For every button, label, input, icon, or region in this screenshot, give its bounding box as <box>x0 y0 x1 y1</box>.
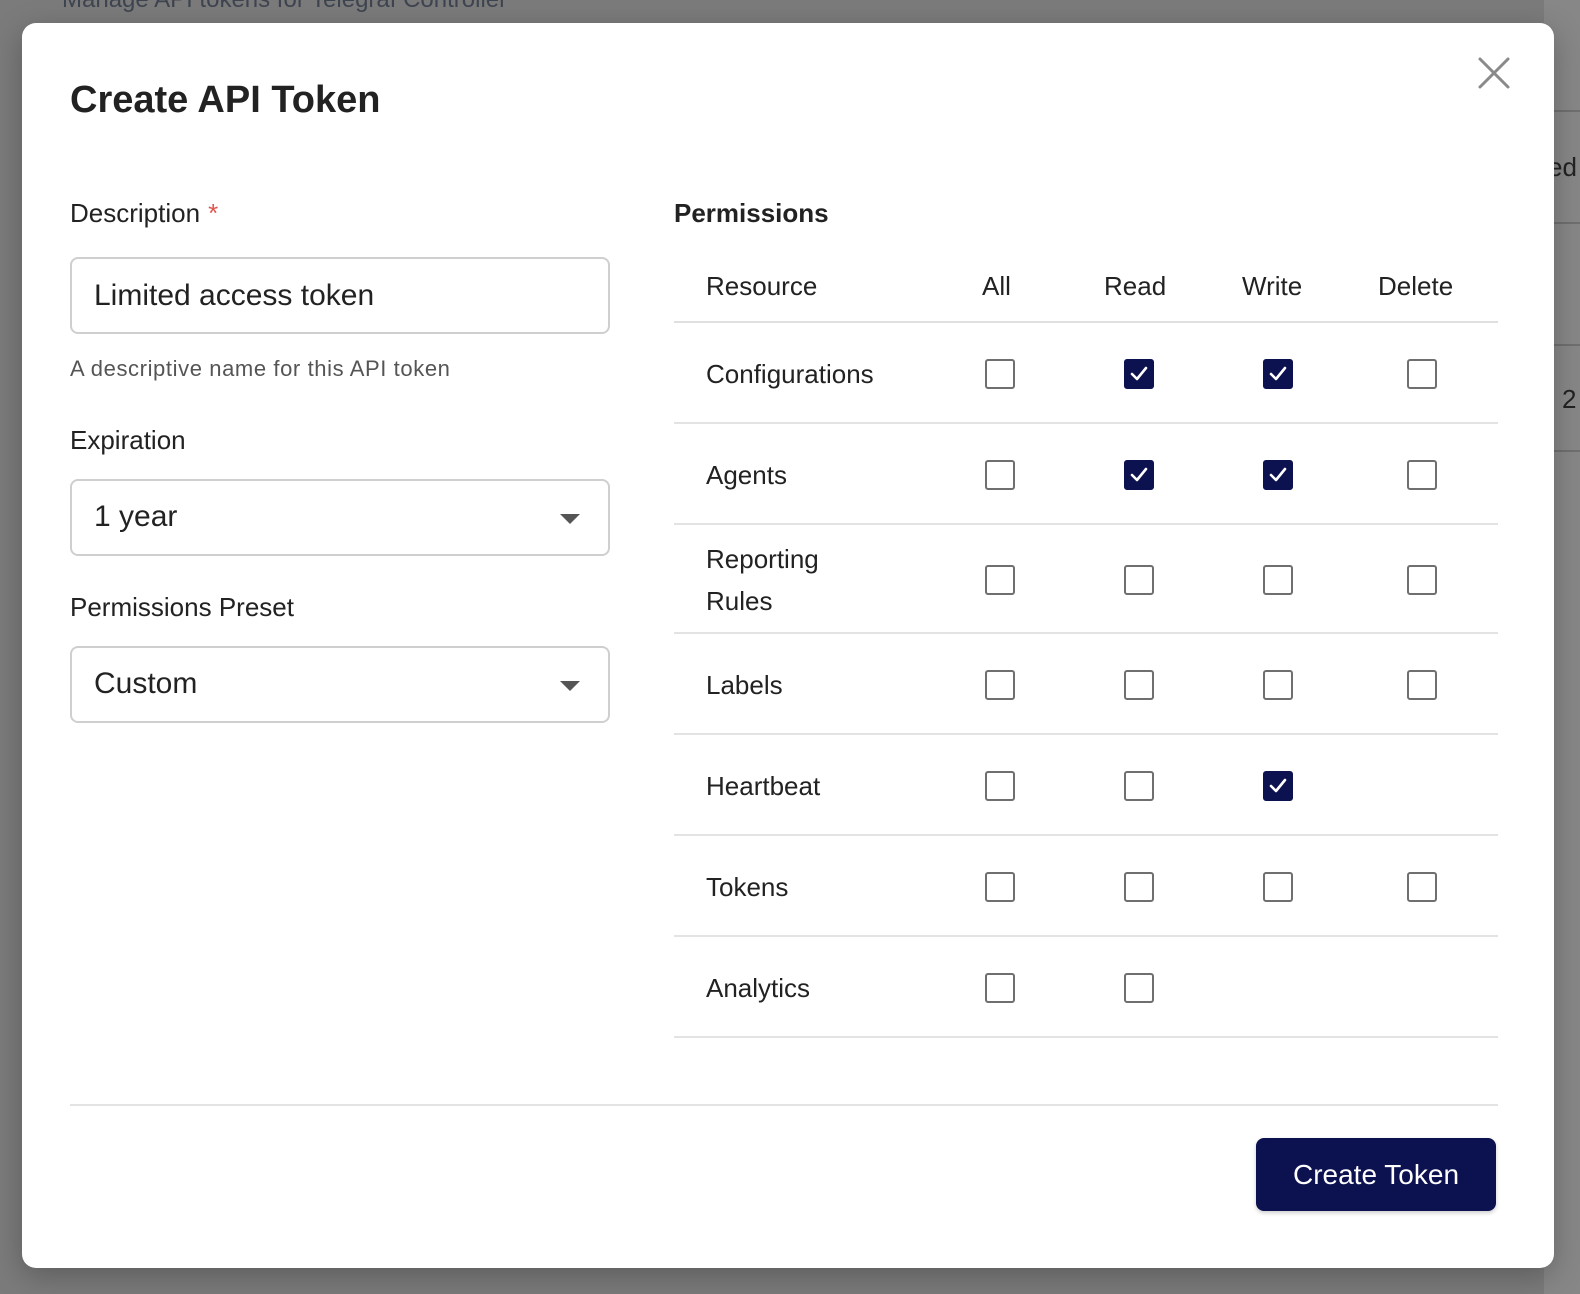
checkbox-write[interactable] <box>1263 564 1293 595</box>
description-label: Description * <box>70 198 218 229</box>
checkbox-delete[interactable] <box>1407 564 1437 595</box>
checkbox-read[interactable] <box>1124 972 1154 1003</box>
checkbox-all[interactable] <box>985 770 1015 801</box>
checkbox-read[interactable] <box>1124 459 1154 490</box>
expiration-select[interactable]: 1 year <box>70 479 610 556</box>
table-row: Configurations <box>674 323 1498 424</box>
checkbox-read[interactable] <box>1124 871 1154 902</box>
required-mark: * <box>208 198 219 228</box>
resource-name: Tokens <box>706 871 789 902</box>
table-header: Resource All Read Write Delete <box>674 271 1498 323</box>
permissions-title: Permissions <box>674 198 829 228</box>
checkbox-read[interactable] <box>1124 770 1154 801</box>
checkbox-all[interactable] <box>985 871 1015 902</box>
checkbox-read[interactable] <box>1124 564 1154 595</box>
checkbox-all[interactable] <box>985 669 1015 700</box>
checkbox-write[interactable] <box>1263 358 1293 389</box>
column-header-read: Read <box>1104 271 1167 301</box>
chevron-down-icon <box>560 681 580 691</box>
checkbox-delete[interactable] <box>1407 459 1437 490</box>
checkbox-delete[interactable] <box>1407 358 1437 389</box>
resource-name: Heartbeat <box>706 770 821 801</box>
dialog-title: Create API Token <box>70 79 381 121</box>
checkbox-read[interactable] <box>1124 669 1154 700</box>
description-input[interactable] <box>70 257 610 334</box>
expiration-selected-value: 1 year <box>94 500 178 533</box>
page-subtitle-backdrop: Manage API tokens for Telegraf Controlle… <box>62 0 507 14</box>
checkbox-write[interactable] <box>1263 770 1293 801</box>
resource-name: Reporting Rules <box>706 543 819 616</box>
backdrop-fragment: 2 <box>1562 384 1577 414</box>
checkmark-icon <box>1269 778 1287 792</box>
checkbox-read[interactable] <box>1124 358 1154 389</box>
checkmark-icon <box>1269 467 1287 481</box>
column-header-write: Write <box>1242 271 1303 301</box>
table-row: Reporting Rules <box>674 525 1498 634</box>
resource-name: Analytics <box>706 972 811 1003</box>
checkbox-all[interactable] <box>985 358 1015 389</box>
checkbox-delete[interactable] <box>1407 871 1437 902</box>
checkbox-write[interactable] <box>1263 871 1293 902</box>
create-token-dialog: Create API Token Description* A descript… <box>22 23 1554 1268</box>
checkbox-all[interactable] <box>985 564 1015 595</box>
table-row: Heartbeat <box>674 735 1498 836</box>
resource-name: Labels <box>706 669 783 700</box>
checkbox-write[interactable] <box>1263 459 1293 490</box>
table-row: Analytics <box>674 937 1498 1038</box>
chevron-down-icon <box>560 514 580 524</box>
checkbox-all[interactable] <box>985 972 1015 1003</box>
column-header-all: All <box>982 271 1011 301</box>
table-row: Labels <box>674 634 1498 735</box>
footer-divider <box>70 1104 1498 1106</box>
description-label-text: Description <box>70 198 201 228</box>
permissions-preset-label: Permissions Preset <box>70 592 294 622</box>
checkbox-all[interactable] <box>985 459 1015 490</box>
table-row: Agents <box>674 424 1498 525</box>
description-help-text: A descriptive name for this API token <box>70 356 451 381</box>
close-button[interactable] <box>1474 53 1514 93</box>
resource-name: Agents <box>706 459 787 490</box>
column-header-resource: Resource <box>706 271 818 301</box>
checkmark-icon <box>1130 366 1148 380</box>
permissions-preset-select[interactable]: Custom <box>70 646 610 723</box>
preset-selected-value: Custom <box>94 667 198 700</box>
checkbox-delete[interactable] <box>1407 669 1437 700</box>
checkmark-icon <box>1130 467 1148 481</box>
checkmark-icon <box>1269 366 1287 380</box>
close-icon <box>1478 57 1510 89</box>
expiration-label: Expiration <box>70 425 186 455</box>
resource-name: Configurations <box>706 358 874 389</box>
column-header-delete: Delete <box>1378 271 1454 301</box>
create-token-button[interactable]: Create Token <box>1256 1138 1496 1211</box>
table-row: Tokens <box>674 836 1498 937</box>
checkbox-write[interactable] <box>1263 669 1293 700</box>
